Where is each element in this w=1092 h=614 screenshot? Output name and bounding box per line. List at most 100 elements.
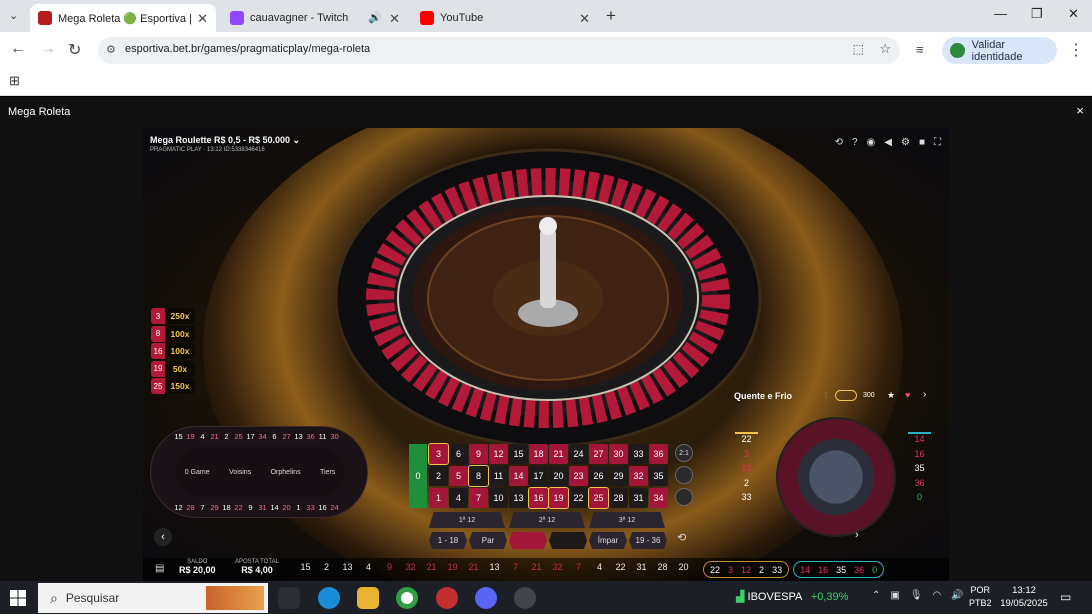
close-game-button[interactable]: × (1076, 103, 1084, 118)
racetrack-number[interactable]: 17 (245, 432, 256, 441)
racetrack-number[interactable]: 14 (269, 503, 280, 512)
notifications-icon[interactable]: ▭ (1060, 590, 1071, 604)
volume-icon[interactable]: 🔊 (951, 590, 963, 601)
video-icon[interactable]: ■ (919, 137, 925, 148)
number-cell[interactable]: 11 (489, 466, 508, 486)
number-cell[interactable]: 18 (529, 444, 548, 464)
racetrack-number[interactable]: 9 (245, 503, 256, 512)
number-cell[interactable]: 7 (469, 488, 488, 508)
racetrack-number[interactable]: 19 (185, 432, 196, 441)
stock-ticker[interactable]: ▟ IBOVESPA +0,39% (736, 590, 848, 603)
racetrack-number[interactable]: 4 (197, 432, 208, 441)
close-tab-icon[interactable]: ✕ (389, 11, 400, 27)
close-window-button[interactable]: ✕ (1068, 6, 1079, 22)
racetrack-number[interactable]: 7 (197, 503, 208, 512)
column-bet[interactable] (675, 466, 693, 484)
number-cell[interactable]: 22 (569, 488, 588, 508)
tab-mega-roleta[interactable]: Mega Roleta 🟢 Esportiva | ✕ (30, 4, 216, 32)
number-cell[interactable]: 29 (609, 466, 628, 486)
racetrack-number[interactable]: 2 (221, 432, 232, 441)
tab-youtube[interactable]: YouTube ✕ (412, 4, 598, 32)
racetrack-number[interactable]: 36 (305, 432, 316, 441)
heart-icon[interactable]: ♥ (905, 390, 910, 400)
racetrack-number[interactable]: 12 (173, 503, 184, 512)
racetrack-number[interactable]: 1 (293, 503, 304, 512)
outside-bet[interactable]: 19 - 36 (629, 532, 667, 549)
chip-icon[interactable]: ◉ (867, 137, 876, 148)
number-cell[interactable]: 27 (589, 444, 608, 464)
tab-twitch[interactable]: cauavagner - Twitch 🔊 ✕ (222, 4, 408, 32)
number-cell[interactable]: 16 (528, 487, 549, 509)
racetrack-number[interactable]: 29 (209, 503, 220, 512)
racetrack-tiers[interactable]: Tiers (320, 469, 335, 476)
media-control-icon[interactable]: ≡ (916, 42, 924, 57)
undo-icon[interactable]: ⟲ (677, 531, 686, 544)
racetrack-number[interactable]: 18 (221, 503, 232, 512)
speaker-icon[interactable]: 🔊 (368, 11, 382, 24)
wallet-icon[interactable]: ▤ (155, 563, 164, 574)
number-cell[interactable]: 21 (549, 444, 568, 464)
outside-bet[interactable]: 1 - 18 (429, 532, 467, 549)
number-cell[interactable]: 20 (549, 466, 568, 486)
task-view-icon[interactable] (278, 587, 300, 609)
number-cell[interactable]: 2 (429, 466, 448, 486)
racetrack-number[interactable]: 16 (317, 503, 328, 512)
install-app-icon[interactable]: ⬚ (853, 42, 864, 56)
number-cell[interactable]: 23 (569, 466, 588, 486)
racetrack-number[interactable]: 24 (329, 503, 340, 512)
camera-icon[interactable]: ▣ (890, 590, 899, 601)
number-cell[interactable]: 36 (649, 444, 668, 464)
address-bar[interactable]: ⚙ esportiva.bet.br/games/pragmaticplay/m… (98, 37, 900, 64)
racetrack-number[interactable]: 27 (281, 432, 292, 441)
tab-search-icon[interactable]: ⌄ (9, 9, 18, 22)
dozen-bet[interactable]: 1ª 12 (429, 512, 505, 528)
chrome-icon[interactable] (396, 587, 418, 609)
close-tab-icon[interactable]: ✕ (579, 11, 590, 27)
zero-cell[interactable]: 0 (409, 444, 427, 508)
number-cell[interactable]: 33 (629, 444, 648, 464)
number-cell[interactable]: 10 (489, 488, 508, 508)
number-cell[interactable]: 12 (489, 444, 508, 464)
forward-button[interactable]: → (40, 40, 56, 58)
number-cell[interactable]: 26 (589, 466, 608, 486)
sound-icon[interactable]: ◀ (884, 137, 892, 148)
taskbar-clock[interactable]: 13:12 19/05/2025 (1000, 584, 1048, 610)
number-cell[interactable]: 25 (588, 487, 609, 509)
stats-icon[interactable]: ⫶ (825, 391, 827, 401)
number-cell[interactable]: 15 (509, 444, 528, 464)
close-tab-icon[interactable]: ✕ (197, 11, 208, 27)
number-cell[interactable]: 24 (569, 444, 588, 464)
app-icon[interactable] (436, 587, 458, 609)
racetrack-voisins[interactable]: Voisins (229, 469, 251, 476)
settings-gear-icon[interactable]: ⚙ (901, 137, 910, 148)
language-indicator[interactable]: POR PTB2 (969, 584, 992, 610)
panel-next-icon[interactable]: › (855, 529, 859, 541)
racetrack-number[interactable]: 28 (185, 503, 196, 512)
dozen-bet[interactable]: 3ª 12 (589, 512, 665, 528)
tray-arrow-icon[interactable]: ⌃ (872, 590, 880, 601)
racetrack-number[interactable]: 15 (173, 432, 184, 441)
minimize-button[interactable]: — (994, 6, 1007, 21)
next-arrow-icon[interactable]: › (923, 389, 926, 400)
taskbar-search[interactable]: ⌕ Pesquisar (38, 583, 268, 613)
back-button[interactable]: ← (10, 40, 26, 58)
dozen-bet[interactable]: 2ª 12 (509, 512, 585, 528)
number-cell[interactable]: 9 (469, 444, 488, 464)
number-cell[interactable]: 1 (429, 488, 448, 508)
outside-bet[interactable] (549, 532, 587, 549)
site-info-icon[interactable]: ⚙ (106, 43, 116, 56)
file-explorer-icon[interactable] (357, 587, 379, 609)
fullscreen-icon[interactable]: ⛶ (934, 137, 941, 148)
racetrack-number[interactable]: 13 (293, 432, 304, 441)
column-bet[interactable]: 2:1 (675, 444, 693, 462)
number-cell[interactable]: 32 (629, 466, 648, 486)
number-cell[interactable]: 3 (428, 443, 449, 465)
mic-icon[interactable]: 🎙 (910, 590, 923, 601)
outside-bet[interactable]: Ímpar (589, 532, 627, 549)
history-icon[interactable]: ⟲ (835, 137, 843, 148)
number-cell[interactable]: 17 (529, 466, 548, 486)
table-limits-dropdown[interactable]: Mega Roulette R$ 0,5 - R$ 50.000 ⌄ (150, 135, 300, 146)
menu-icon[interactable]: ⋮ (1068, 40, 1084, 60)
racetrack-number[interactable]: 6 (269, 432, 280, 441)
racetrack-bet-area[interactable]: 0 Game Voisins Orphelins Tiers 15 19 4 21 2 2… (150, 426, 368, 518)
